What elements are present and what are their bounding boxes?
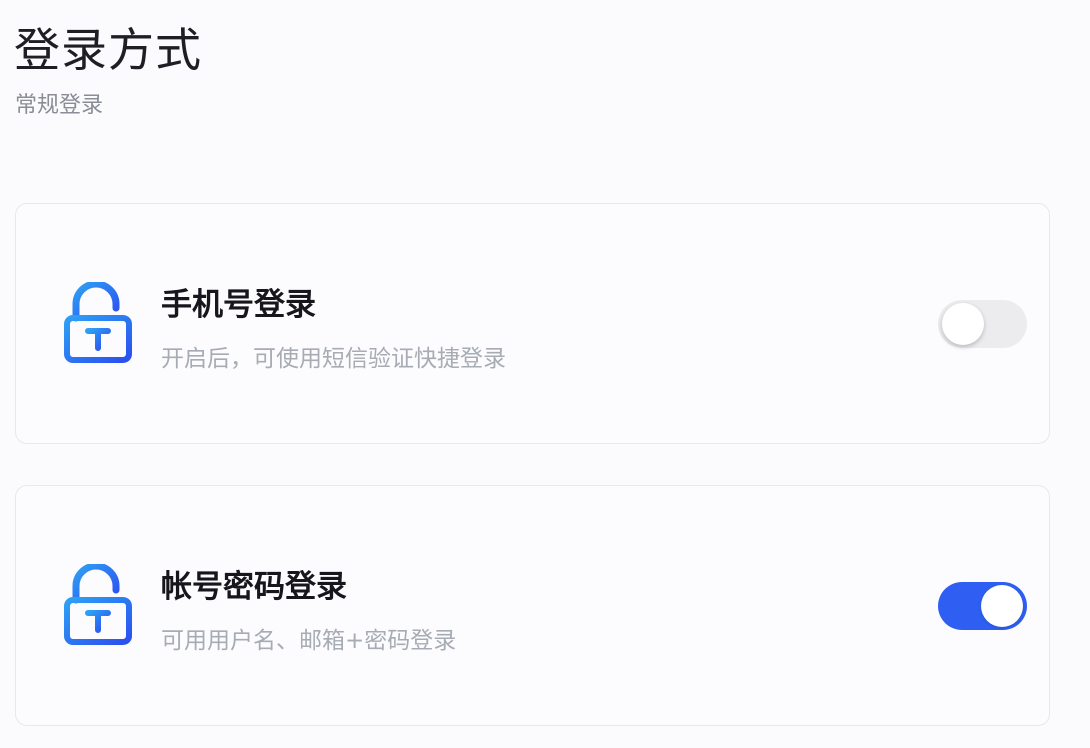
- toggle-knob: [981, 585, 1023, 627]
- section-subtitle: 常规登录: [15, 93, 104, 118]
- toggle-knob: [942, 303, 984, 345]
- lock-open-icon: [64, 564, 132, 645]
- password-login-toggle[interactable]: [938, 582, 1027, 630]
- page-title: 登录方式: [14, 23, 202, 77]
- lock-open-icon: [64, 282, 132, 363]
- phone-login-card: 手机号登录 开启后，可使用短信验证快捷登录: [15, 203, 1050, 444]
- option-title: 手机号登录: [161, 287, 316, 323]
- phone-login-toggle[interactable]: [938, 300, 1027, 348]
- option-description: 可用用户名、邮箱+密码登录: [161, 628, 457, 654]
- login-methods-page: 登录方式 常规登录 手机号登录 开启后，可使用短信验证快捷登录 帐号密码登录 可…: [0, 0, 1090, 748]
- option-description: 开启后，可使用短信验证快捷登录: [161, 346, 506, 372]
- option-title: 帐号密码登录: [161, 569, 347, 605]
- password-login-card: 帐号密码登录 可用用户名、邮箱+密码登录: [15, 485, 1050, 726]
